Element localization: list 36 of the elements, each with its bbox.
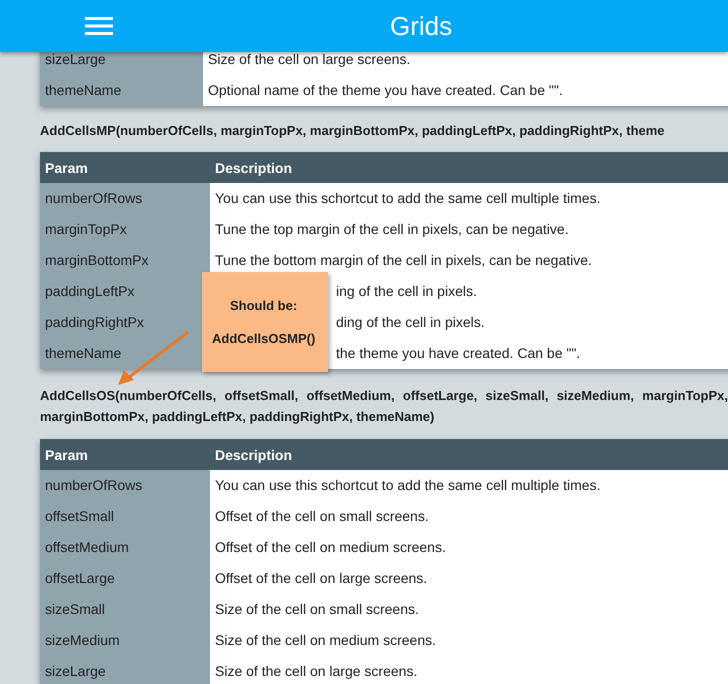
note-text: AddCellsOSMP() xyxy=(212,331,316,346)
param-cell: marginBottomPx xyxy=(40,245,210,276)
description-text: Size of the cell on medium screens. xyxy=(215,632,436,648)
param-cell: offsetMedium xyxy=(40,532,210,563)
param-cell: numberOfRows xyxy=(40,470,210,501)
function-signature: AddCellsOS(numberOfCells, offsetSmall, offsetMedium, offsetLarge, sizeSmall, sizeMedium, marginTopPx, marginBottomPx, paddingLeftPx, paddingRightPx, themeName) xyxy=(40,387,728,426)
description-text: Optional name of the theme you have created. Can be "". xyxy=(208,82,563,98)
note-text: Should be: xyxy=(229,298,298,313)
description-text: Tune the bottom margin of the cell in pixels, can be negative. xyxy=(215,252,592,268)
param-cell: themeName xyxy=(40,75,203,106)
description-text: the theme you have created. Can be "". xyxy=(336,345,580,361)
param-cell: sizeLarge xyxy=(40,656,210,684)
column-header: Description xyxy=(214,160,292,176)
column-header: Description xyxy=(214,446,292,462)
param-cell: numberOfRows xyxy=(40,183,210,214)
description-text: Offset of the cell on small screens. xyxy=(215,508,429,524)
description-text: Size of the cell on large screens. xyxy=(215,663,418,679)
page-title: Grids xyxy=(390,10,452,42)
column-header: Param xyxy=(44,446,89,462)
column-header: Param xyxy=(44,160,89,176)
param-cell: sizeSmall xyxy=(40,594,210,625)
description-text: You can use this schortcut to add the same cell multiple times. xyxy=(215,477,600,493)
param-cell: marginTopPx xyxy=(40,214,210,245)
param-cell: sizeMedium xyxy=(40,625,210,656)
description-text: Offset of the cell on large screens. xyxy=(215,570,428,586)
function-signature: AddCellsMP(numberOfCells, marginTopPx, marginBottomPx, paddingLeftPx, paddingRightPx, theme xyxy=(40,123,666,138)
param-cell: offsetSmall xyxy=(40,501,210,532)
menu-icon[interactable] xyxy=(85,17,113,35)
param-cell: offsetLarge xyxy=(40,563,210,594)
description-text: ing of the cell in pixels. xyxy=(336,283,477,299)
description-text: Offset of the cell on medium screens. xyxy=(215,539,446,555)
description-text: Size of the cell on large screens. xyxy=(208,51,410,67)
description-text: Tune the top margin of the cell in pixels, can be negative. xyxy=(215,221,569,237)
description-text: ding of the cell in pixels. xyxy=(336,314,485,330)
description-text: Size of the cell on small screens. xyxy=(215,601,419,617)
description-text: You can use this schortcut to add the same cell multiple times. xyxy=(215,190,600,206)
